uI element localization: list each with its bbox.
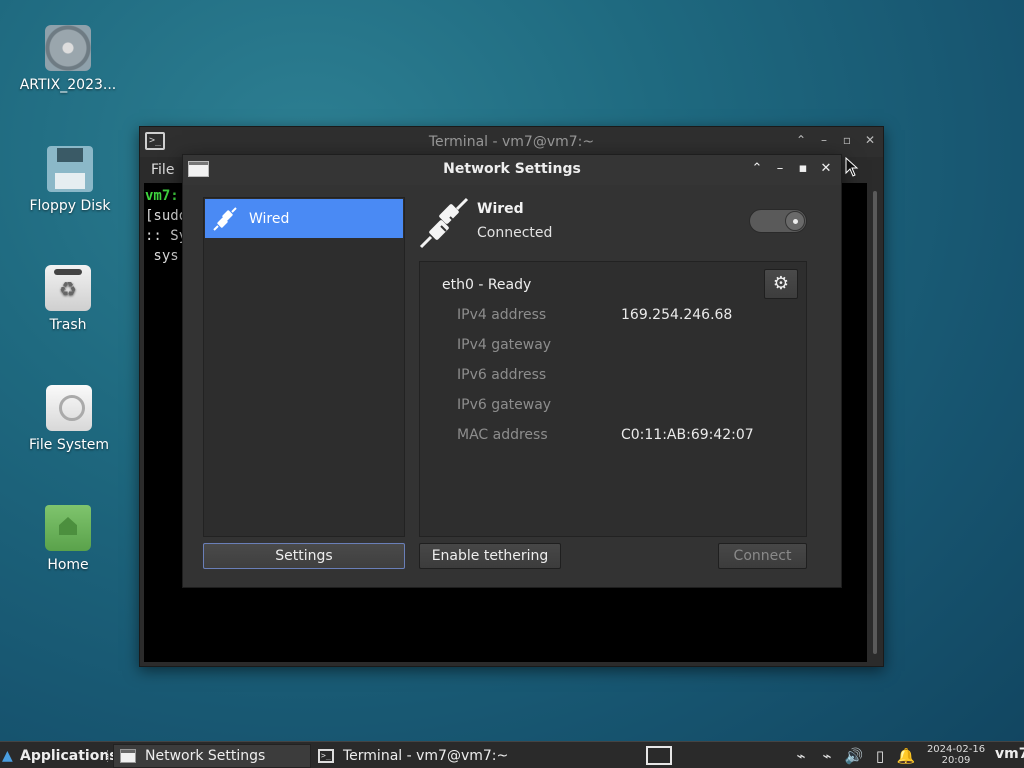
connection-item-wired[interactable]: Wired [205, 199, 403, 238]
mouse-cursor-icon [845, 157, 859, 177]
desktop-icon-label: ARTIX_2023... [19, 77, 117, 93]
toggle-knob [785, 211, 805, 231]
home-folder-icon [45, 505, 91, 551]
menu-file[interactable]: File [151, 162, 174, 178]
task-terminal[interactable]: >_ Terminal - vm7@vm7:~ [312, 744, 510, 768]
network-title: Network Settings [443, 161, 581, 177]
connection-list: Wired [203, 197, 405, 537]
desktop-icon-trash[interactable]: Trash [13, 265, 123, 333]
desktop-icon-label: File System [28, 437, 110, 453]
detail-key: MAC address [457, 427, 548, 443]
shade-icon[interactable]: ⌃ [795, 133, 807, 147]
connection-status: Connected [477, 225, 553, 241]
taskbar: ▲ Applications Network Settings >_ Termi… [0, 741, 1024, 768]
desktop-icon-filesystem[interactable]: File System [14, 385, 124, 453]
clock-date: 2024-02-16 [926, 744, 986, 755]
network-titlebar[interactable]: Network Settings ⌃ – ▪ ✕ [183, 155, 841, 185]
task-network-settings[interactable]: Network Settings [113, 744, 311, 768]
battery-icon[interactable]: ▯ [869, 745, 891, 767]
detail-key: IPv6 address [457, 367, 547, 383]
interface-details-panel: eth0 - Ready ⚙ IPv4 address 169.254.246.… [419, 261, 807, 537]
detail-key: IPv4 gateway [457, 337, 552, 353]
disc-icon [45, 25, 91, 71]
connection-toggle[interactable] [749, 209, 807, 233]
desktop-icon-label: Trash [49, 317, 87, 333]
floppy-icon [47, 146, 93, 192]
network-wired-icon[interactable]: ⌁ [790, 745, 812, 767]
taskbar-separator [107, 750, 109, 762]
detail-value: C0:11:AB:69:42:07 [621, 427, 754, 443]
terminal-icon: >_ [318, 749, 334, 763]
minimize-icon[interactable]: – [774, 162, 786, 176]
ethernet-plug-icon [213, 206, 237, 231]
desktop-icon-floppy[interactable]: Floppy Disk [15, 146, 125, 214]
window-icon [120, 749, 136, 763]
maximize-icon[interactable]: ▪ [797, 162, 809, 176]
detail-value: 169.254.246.68 [621, 307, 733, 323]
connection-name: Wired [477, 201, 524, 217]
minimize-icon[interactable]: – [818, 133, 830, 147]
clock-time: 20:09 [941, 755, 971, 766]
gear-icon[interactable]: ⚙ [764, 269, 798, 299]
trash-icon [45, 265, 91, 311]
task-label: Network Settings [145, 748, 266, 764]
user-menu[interactable]: vm7 [995, 746, 1024, 762]
task-label: Terminal - vm7@vm7:~ [343, 748, 509, 764]
ethernet-plug-icon [419, 197, 469, 249]
enable-tethering-button[interactable]: Enable tethering [419, 543, 561, 569]
clock[interactable]: 2024-02-16 20:09 [922, 744, 990, 766]
applications-label: Applications [20, 748, 118, 764]
maximize-icon[interactable]: ▫ [841, 133, 853, 147]
terminal-titlebar[interactable]: >_ Terminal - vm7@vm7:~ ⌃ – ▫ ✕ [140, 127, 883, 157]
terminal-scrollbar[interactable] [871, 183, 879, 662]
network-wired-icon[interactable]: ⌁ [816, 745, 838, 767]
detail-key: IPv4 address [457, 307, 547, 323]
close-icon[interactable]: ✕ [864, 133, 876, 147]
detail-key: IPv6 gateway [457, 397, 552, 413]
settings-button[interactable]: Settings [203, 543, 405, 569]
hard-drive-icon [46, 385, 92, 431]
notification-bell-icon[interactable]: 🔔 [895, 745, 917, 767]
desktop-icon-label: Floppy Disk [29, 198, 111, 214]
desktop-icon-label: Home [47, 557, 89, 573]
desktop-icon-home[interactable]: Home [13, 505, 123, 573]
applications-menu[interactable]: ▲ Applications [2, 745, 118, 767]
close-icon[interactable]: ✕ [820, 162, 832, 176]
volume-icon[interactable]: 🔊 [843, 745, 865, 767]
desktop-icon-artix[interactable]: ARTIX_2023... [13, 25, 123, 93]
terminal-title: Terminal - vm7@vm7:~ [428, 134, 595, 150]
network-settings-window[interactable]: Network Settings ⌃ – ▪ ✕ Wired Settings … [182, 154, 842, 588]
connect-button[interactable]: Connect [718, 543, 807, 569]
show-desktop-icon[interactable] [646, 746, 672, 765]
connection-item-label: Wired [249, 210, 290, 227]
shade-icon[interactable]: ⌃ [751, 162, 763, 176]
artix-logo-icon: ▲ [2, 748, 13, 764]
interface-title: eth0 - Ready [442, 277, 532, 293]
